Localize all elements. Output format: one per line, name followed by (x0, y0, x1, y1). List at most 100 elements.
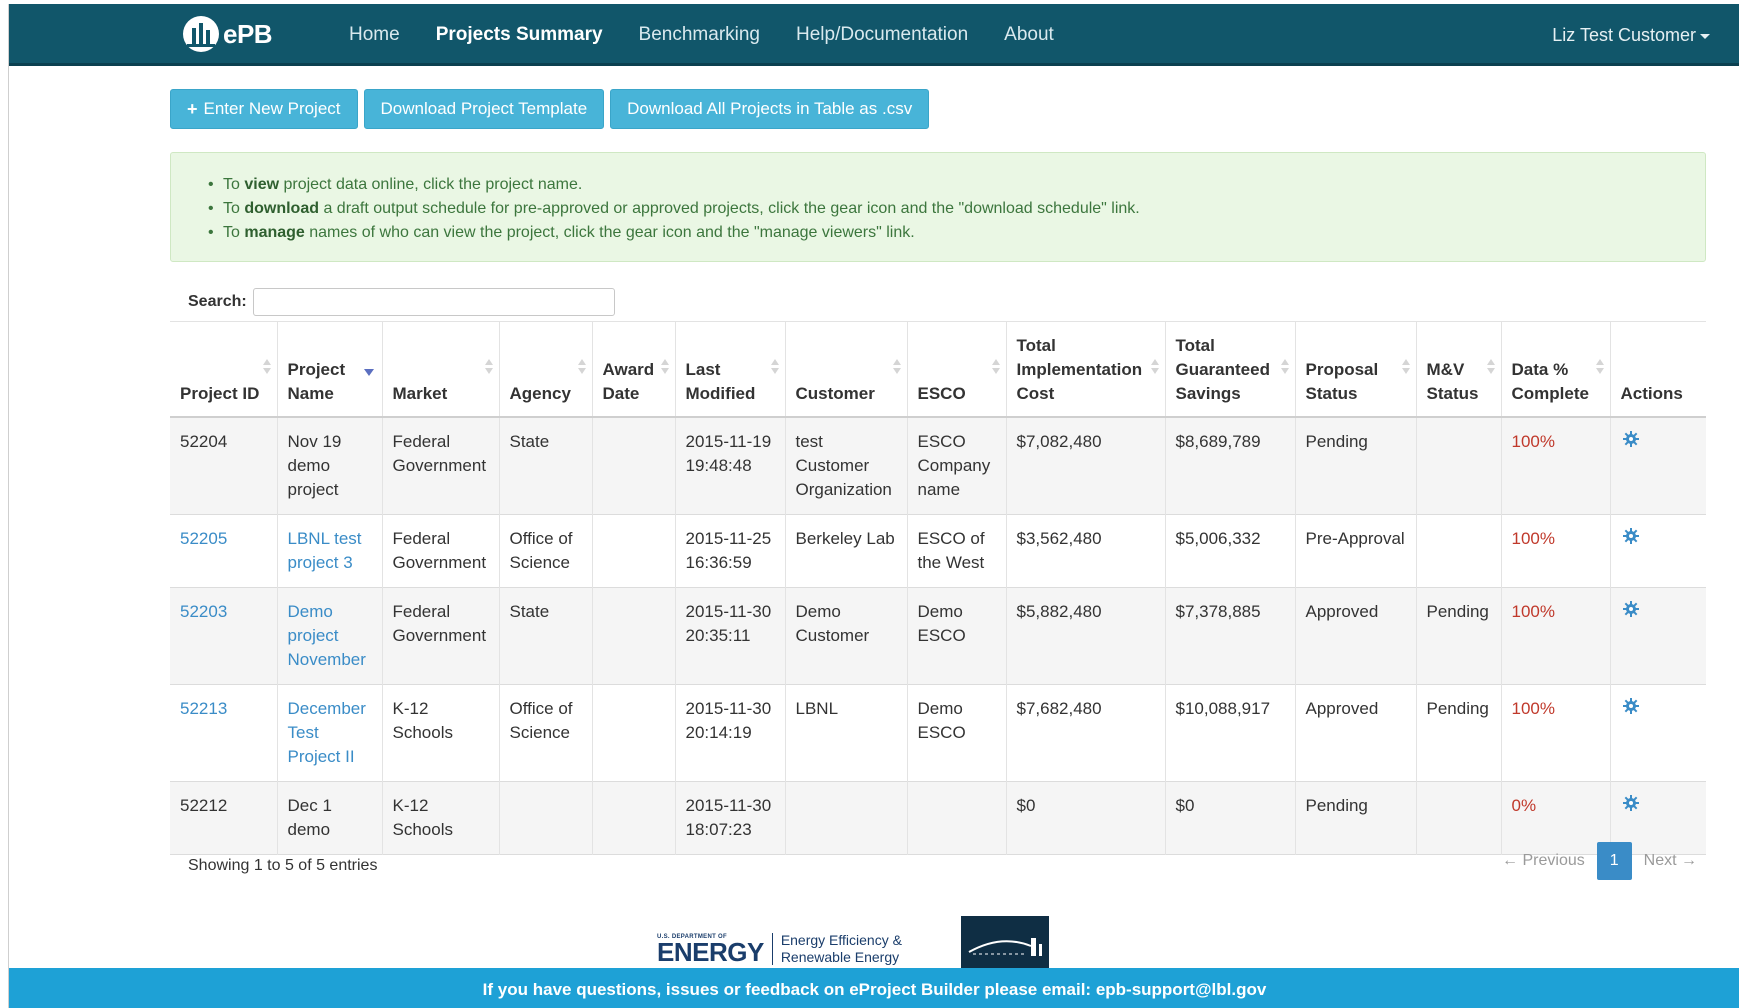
search-label: Search: (188, 293, 247, 310)
berkeley-lab-icon (968, 938, 1042, 956)
brand-logo[interactable]: ePB (181, 12, 273, 56)
cell-award-date (592, 514, 676, 588)
cell-customer (785, 781, 908, 855)
nav-help[interactable]: Help/Documentation (778, 24, 986, 46)
enter-new-project-button[interactable]: + Enter New Project (170, 89, 358, 129)
gear-icon[interactable] (1622, 795, 1639, 811)
col-project-name[interactable]: Project Name (277, 321, 383, 418)
col-esco[interactable]: ESCO (907, 321, 1007, 418)
cell-data-complete: 100% (1501, 587, 1611, 685)
col-award-date[interactable]: Award Date (592, 321, 676, 418)
plus-icon: + (187, 98, 198, 119)
sort-icon (1280, 359, 1289, 375)
sort-desc-icon (363, 369, 374, 376)
cell-project-id[interactable]: 52205 (170, 514, 278, 588)
table-row: 52213 December Test Project II K-12 School… (170, 684, 1706, 782)
cell-total-cost: $3,562,480 (1006, 514, 1166, 588)
instruction-item: To manage names of who can view the proj… (208, 221, 1705, 245)
col-total-cost[interactable]: Total Implementation Cost (1006, 321, 1166, 418)
table-row: 52203 Demo project November Federal Govern… (170, 587, 1706, 685)
caret-down-icon (1700, 33, 1710, 39)
col-project-id[interactable]: Project ID (170, 321, 278, 418)
table-body: 52204 Nov 19 demo project Federal Governme… (170, 417, 1706, 855)
nav-home[interactable]: Home (331, 24, 418, 46)
doe-big-text: ENERGY (657, 937, 764, 967)
cell-agency (499, 781, 593, 855)
cell-project-id: 52204 (170, 417, 278, 515)
cell-proposal-status: Approved (1295, 587, 1417, 685)
user-name: Liz Test Customer (1552, 24, 1696, 45)
download-csv-button[interactable]: Download All Projects in Table as .csv (610, 89, 930, 129)
cell-mv-status: Pending (1416, 587, 1502, 685)
cell-award-date (592, 587, 676, 685)
table-row: 52212 Dec 1 demo K-12 Schools 2015-11-30 18… (170, 781, 1706, 855)
cell-mv-status (1416, 781, 1502, 855)
gear-icon[interactable] (1622, 431, 1639, 447)
navbar: ePB Home Projects Summary Benchmarking H… (9, 4, 1739, 66)
cell-market: K-12 Schools (382, 781, 500, 855)
cell-last-modified: 2015-11-30 20:14:19 (675, 684, 786, 782)
col-mv-status[interactable]: M&V Status (1416, 321, 1502, 418)
cell-total-savings: $10,088,917 (1165, 684, 1296, 782)
cell-last-modified: 2015-11-25 16:36:59 (675, 514, 786, 588)
doe-eere-logo: U.S. DEPARTMENT OF ENERGY Energy Efficie… (657, 932, 902, 966)
col-market[interactable]: Market (382, 321, 500, 418)
main-nav: Home Projects Summary Benchmarking Help/… (331, 4, 1072, 66)
table-row: 52204 Nov 19 demo project Federal Governme… (170, 417, 1706, 515)
cell-project-name: Nov 19 demo project (277, 417, 383, 515)
cell-project-name[interactable]: December Test Project II (277, 684, 383, 782)
nav-projects-summary[interactable]: Projects Summary (418, 24, 621, 46)
gear-icon[interactable] (1622, 698, 1639, 714)
gear-icon[interactable] (1622, 601, 1639, 617)
cell-mv-status (1416, 514, 1502, 588)
cell-esco: ESCO Company name (907, 417, 1007, 515)
col-customer[interactable]: Customer (785, 321, 908, 418)
col-total-savings[interactable]: Total Guaranteed Savings (1165, 321, 1296, 418)
cell-agency: Office of Science (499, 684, 593, 782)
sort-icon (1486, 359, 1495, 375)
cell-data-complete: 100% (1501, 417, 1611, 515)
page-1-button[interactable]: 1 (1596, 842, 1632, 880)
table-info: Showing 1 to 5 of 5 entries (188, 857, 378, 874)
sort-icon (577, 359, 586, 375)
cell-customer: test Customer Organization (785, 417, 908, 515)
sort-icon (991, 359, 1000, 375)
col-agency[interactable]: Agency (499, 321, 593, 418)
eere-wordmark: Energy Efficiency & Renewable Energy (780, 932, 902, 965)
nav-about[interactable]: About (986, 24, 1072, 46)
cell-esco: ESCO of the West (907, 514, 1007, 588)
download-template-button[interactable]: Download Project Template (363, 89, 605, 129)
support-footer: If you have questions, issues or feedbac… (9, 968, 1739, 1008)
nav-benchmarking[interactable]: Benchmarking (621, 24, 778, 46)
gear-icon[interactable] (1622, 528, 1639, 544)
col-data-complete[interactable]: Data % Complete (1501, 321, 1611, 418)
enter-new-project-label: Enter New Project (203, 99, 341, 118)
logo-divider (771, 933, 773, 965)
download-csv-label: Download All Projects in Table as .csv (627, 99, 913, 118)
sort-icon (770, 359, 779, 375)
projects-table: Project ID Project Name Market Agency Aw… (170, 321, 1706, 855)
cell-total-savings: $5,006,332 (1165, 514, 1296, 588)
cell-project-id[interactable]: 52203 (170, 587, 278, 685)
next-page-button[interactable]: Next → (1632, 842, 1709, 880)
cell-agency: Office of Science (499, 514, 593, 588)
sort-icon (484, 359, 493, 375)
cell-agency: State (499, 587, 593, 685)
cell-project-id[interactable]: 52213 (170, 684, 278, 782)
cell-proposal-status: Approved (1295, 684, 1417, 782)
cell-project-name[interactable]: Demo project November (277, 587, 383, 685)
search-input[interactable] (252, 288, 615, 316)
user-menu[interactable]: Liz Test Customer (1552, 4, 1710, 66)
cell-mv-status (1416, 417, 1502, 515)
cell-project-name: Dec 1 demo (277, 781, 383, 855)
sort-icon (1401, 359, 1410, 375)
col-last-modified[interactable]: Last Modified (675, 321, 786, 418)
cell-mv-status: Pending (1416, 684, 1502, 782)
cell-project-name[interactable]: LBNL test project 3 (277, 514, 383, 588)
cell-data-complete: 100% (1501, 684, 1611, 782)
cell-esco: Demo ESCO (907, 684, 1007, 782)
previous-page-button[interactable]: ← Previous (1490, 842, 1597, 880)
cell-data-complete: 100% (1501, 514, 1611, 588)
cell-market: Federal Government (382, 417, 500, 515)
col-proposal-status[interactable]: Proposal Status (1295, 321, 1417, 418)
